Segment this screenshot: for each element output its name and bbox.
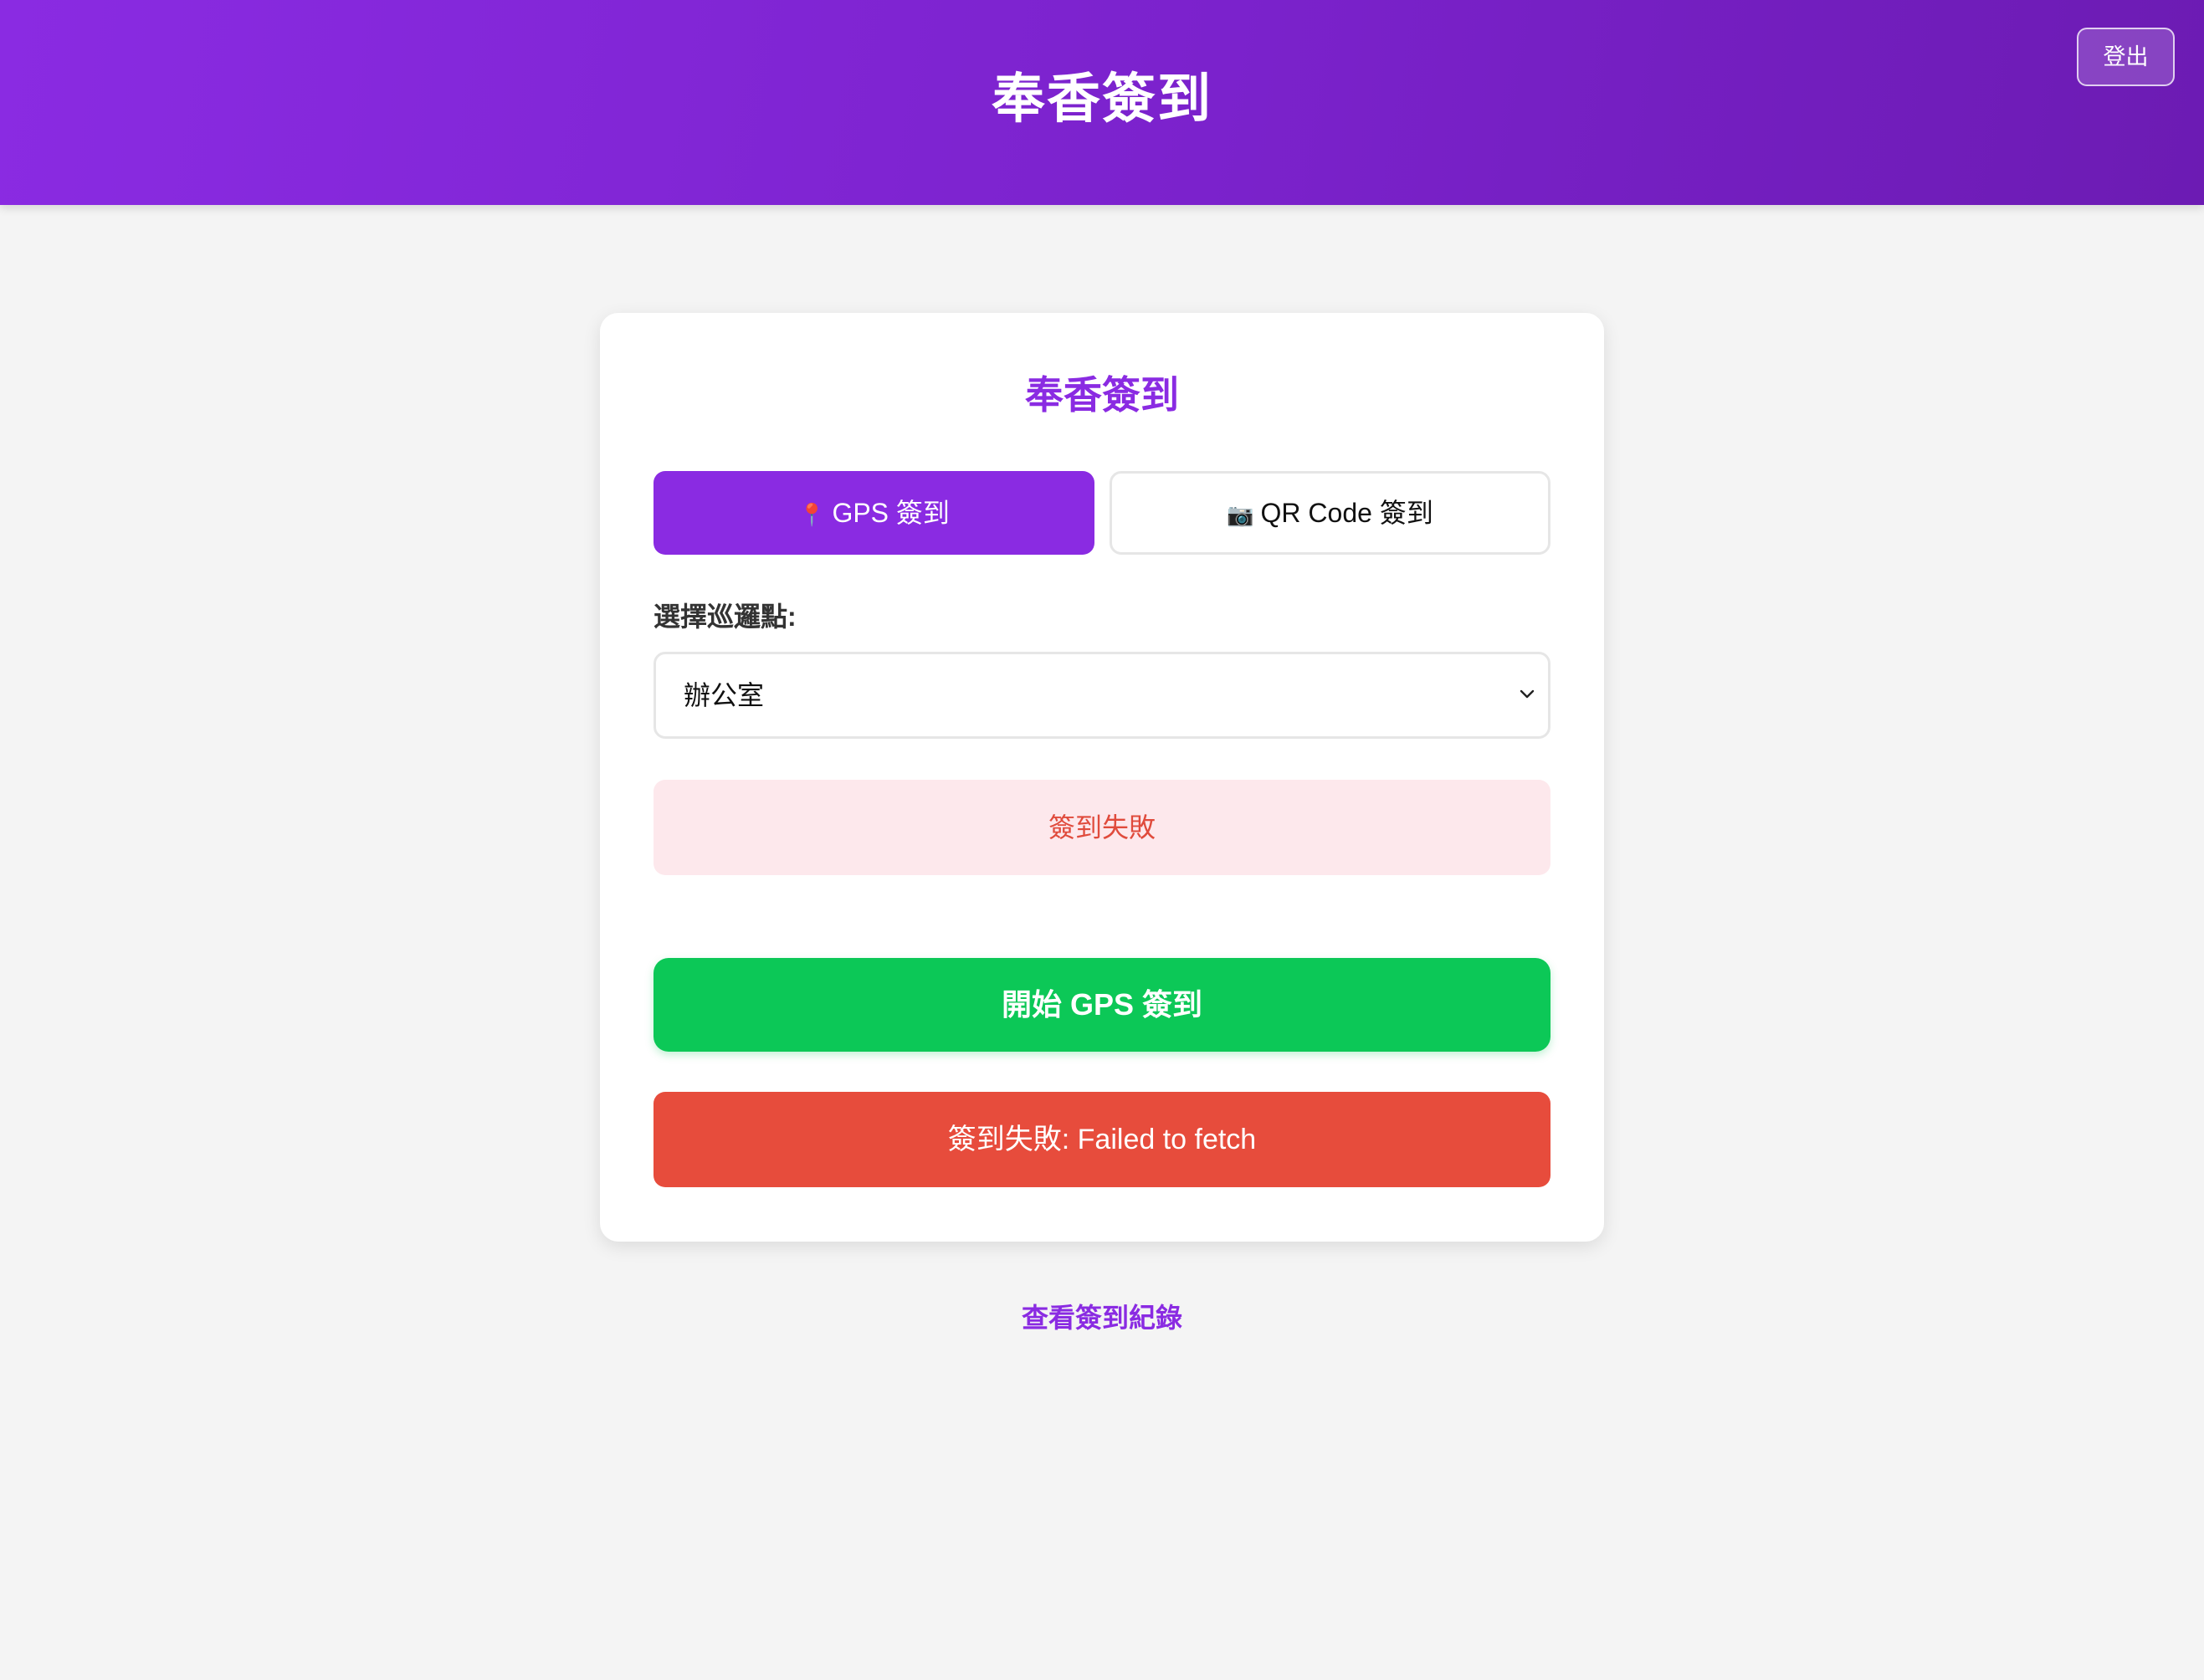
chevron-down-icon <box>1520 689 1535 699</box>
app-header: 奉香簽到 登出 <box>0 0 2204 205</box>
checkin-card: 奉香簽到 📍 GPS 簽到 📷 QR Code 簽到 選擇巡邏點: 辦公室 簽到失敗… <box>600 313 1604 1242</box>
tab-qr-checkin[interactable]: 📷 QR Code 簽到 <box>1110 471 1550 555</box>
logout-button[interactable]: 登出 <box>2077 28 2175 86</box>
status-message: 簽到失敗 <box>654 780 1550 875</box>
checkpoint-selected-value: 辦公室 <box>684 680 765 710</box>
checkpoint-label: 選擇巡邏點: <box>654 602 797 632</box>
error-message: 簽到失敗: Failed to fetch <box>654 1092 1550 1187</box>
map-pin-icon: 📍 <box>798 502 826 527</box>
view-records-link[interactable]: 查看簽到紀錄 <box>0 1300 2204 1335</box>
checkpoint-select[interactable]: 辦公室 <box>654 652 1550 739</box>
header-title: 奉香簽到 <box>992 69 1212 129</box>
card-title: 奉香簽到 <box>1025 373 1179 417</box>
start-gps-checkin-button[interactable]: 開始 GPS 簽到 <box>654 958 1550 1052</box>
tab-gps-checkin[interactable]: 📍 GPS 簽到 <box>654 471 1094 555</box>
tab-qr-label: QR Code 簽到 <box>1260 498 1433 528</box>
tab-gps-label: GPS 簽到 <box>832 498 950 528</box>
camera-icon: 📷 <box>1227 502 1254 527</box>
